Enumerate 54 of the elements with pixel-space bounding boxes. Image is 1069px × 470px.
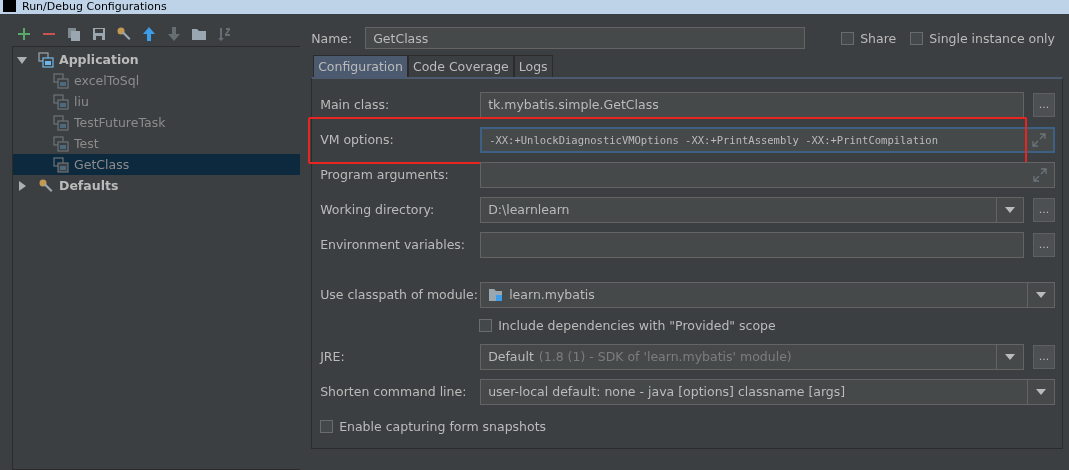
window-icon — [53, 93, 69, 110]
browse-button[interactable]: ... — [1033, 92, 1055, 117]
up-icon[interactable] — [141, 26, 157, 42]
checkbox[interactable]: Include dependencies with "Provided" scope — [479, 318, 776, 333]
tree-item[interactable]: Test — [13, 133, 301, 154]
field-label: Working directory: — [320, 202, 436, 217]
field-label: Environment variables: — [320, 237, 467, 252]
expand-arrow-icon[interactable] — [17, 180, 27, 191]
tab[interactable]: Logs — [513, 55, 553, 77]
window-icon — [53, 114, 69, 131]
window-icon — [53, 156, 69, 173]
field-label: Program arguments: — [320, 167, 450, 182]
text-field[interactable]: -XX:+UnlockDiagnosticVMOptions -XX:+PrintAssembly -XX:+PrintCompilation — [480, 126, 1055, 153]
wrench-icon — [38, 177, 54, 194]
browse-button[interactable]: ... — [1033, 197, 1055, 222]
folder-icon[interactable] — [191, 26, 207, 42]
field-label: JRE: — [320, 349, 346, 364]
tab[interactable]: Configuration — [313, 55, 408, 77]
tree-item[interactable]: TestFutureTask — [13, 112, 301, 133]
text-field[interactable] — [480, 231, 1024, 258]
module-folder-icon — [488, 287, 505, 302]
browse-button[interactable]: ... — [1033, 232, 1055, 257]
checkbox[interactable]: Single instance only — [910, 30, 1055, 46]
tab[interactable]: Code Coverage — [407, 55, 514, 77]
tree-item[interactable]: Application — [13, 49, 301, 70]
dropdown[interactable]: D:\learnlearn — [480, 196, 1024, 223]
window-icon — [38, 51, 54, 68]
save-icon[interactable] — [91, 26, 107, 42]
window-title: Run/Debug Configurations — [22, 0, 167, 13]
field-label: Shorten command line: — [320, 384, 468, 399]
app-logo-icon — [3, 0, 16, 12]
tree-item[interactable]: GetClass — [13, 154, 301, 175]
dropdown[interactable]: Default (1.8 (1) - SDK of 'learn.mybatis' module) — [480, 343, 1024, 370]
browse-button[interactable]: ... — [1033, 344, 1055, 369]
copy-icon[interactable] — [66, 26, 82, 42]
collapse-arrow-icon[interactable] — [17, 54, 27, 65]
checkbox[interactable]: Enable capturing form snapshots — [320, 419, 547, 434]
window-icon — [53, 72, 69, 89]
tree-item[interactable]: excelToSql — [13, 70, 301, 91]
field-label: VM options: — [320, 132, 395, 147]
text-field[interactable]: tk.mybatis.simple.GetClass — [480, 91, 1024, 118]
field-label: Use classpath of module: — [320, 287, 479, 302]
tree-item[interactable]: Defaults — [13, 175, 301, 196]
tree-item[interactable]: liu — [13, 91, 301, 112]
text-field[interactable] — [480, 161, 1055, 188]
dropdown[interactable]: learn.mybatis — [480, 281, 1055, 308]
field-label: Main class: — [320, 97, 391, 112]
checkbox[interactable]: Share — [841, 30, 897, 46]
name-field[interactable]: GetClass — [365, 27, 806, 49]
dropdown[interactable]: user-local default: none - java [options] classname [args] — [480, 378, 1055, 405]
window-icon — [53, 135, 69, 152]
name-label: Name: — [311, 30, 354, 46]
wrench-icon[interactable] — [116, 26, 132, 42]
add-icon[interactable] — [16, 26, 32, 42]
